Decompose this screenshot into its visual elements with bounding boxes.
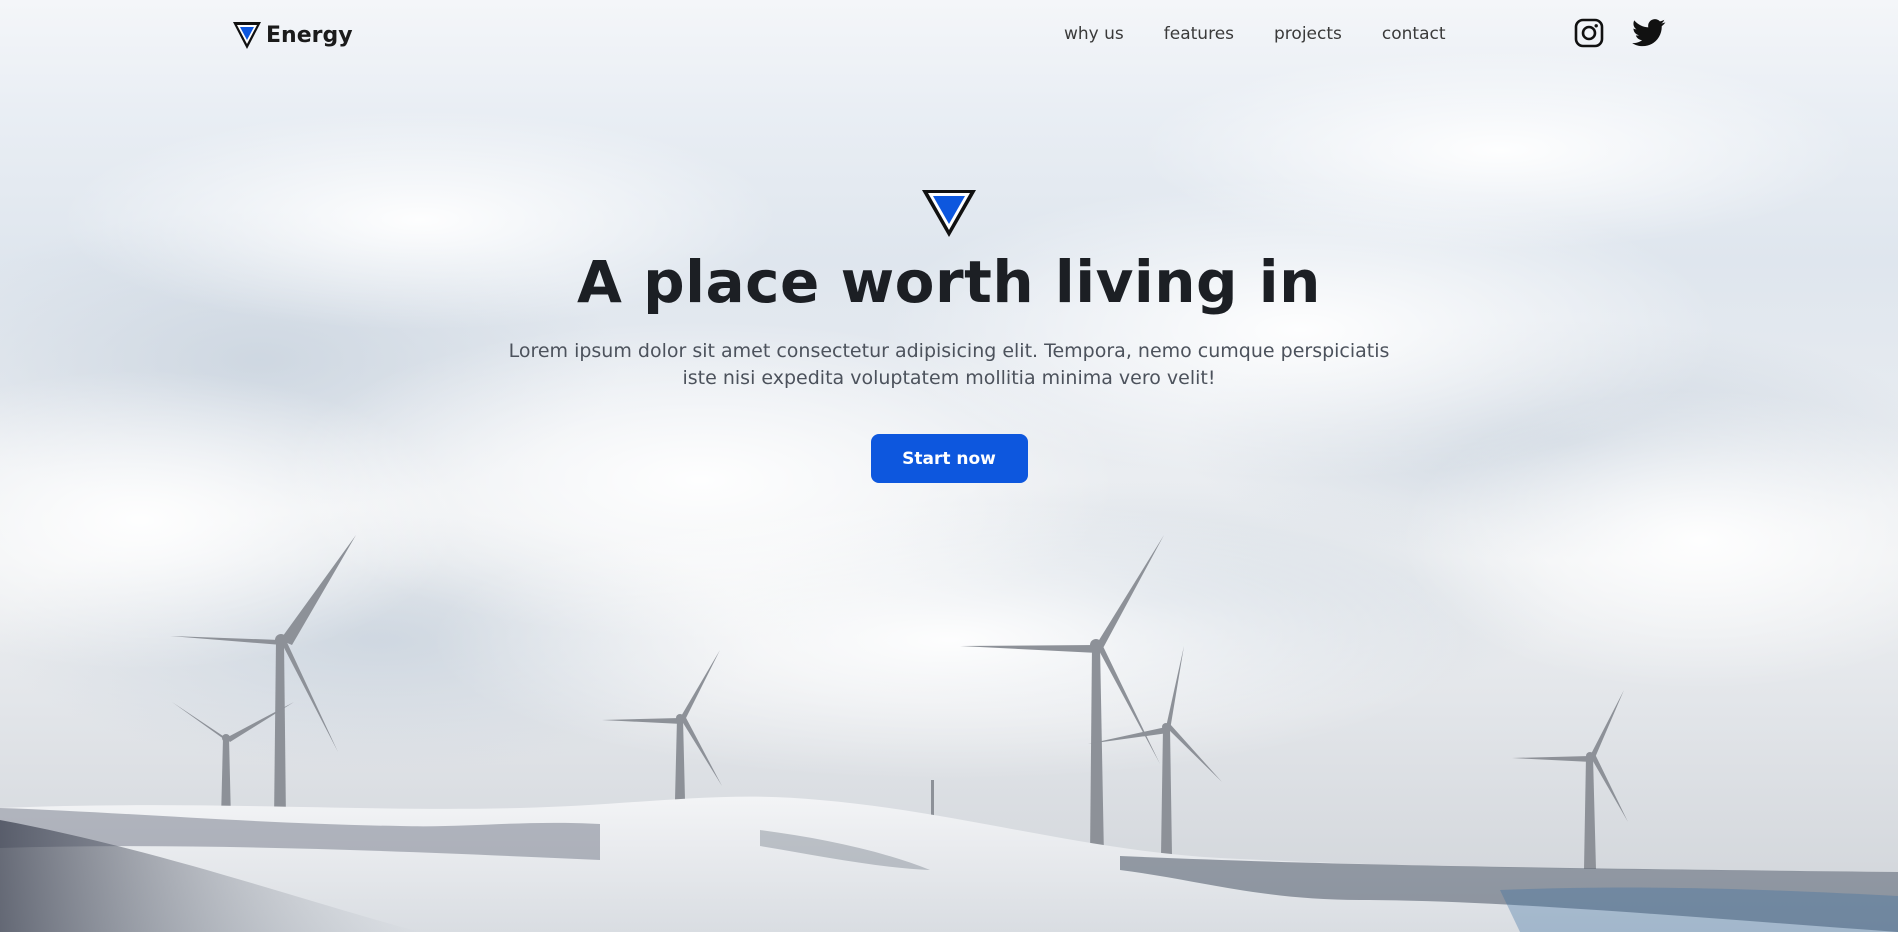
inverted-triangle-icon [233,22,261,49]
hero-title: A place worth living in [577,248,1321,316]
top-navbar: Energy why us features projects contact [0,0,1898,72]
twitter-link[interactable] [1632,19,1666,51]
nav-menu: why us features projects contact [1064,24,1446,44]
hero-subtitle: Lorem ipsum dolor sit amet consectetur a… [508,340,1390,389]
instagram-icon [1574,18,1604,48]
inverted-triangle-icon [922,190,976,237]
nav-item-features[interactable]: features [1164,24,1234,44]
hero-content: A place worth living in Lorem ipsum dolo… [0,188,1898,483]
nav-item-projects[interactable]: projects [1274,24,1342,44]
nav-item-why-us[interactable]: why us [1064,24,1124,44]
brand-name: Energy [266,22,353,48]
hero-section: Energy why us features projects contact [0,0,1898,932]
instagram-link[interactable] [1574,18,1604,52]
hero-logo [921,188,977,242]
social-links [1574,18,1666,52]
twitter-icon [1632,19,1666,47]
brand-logo-link[interactable]: Energy [232,20,353,50]
nav-item-contact[interactable]: contact [1382,24,1446,44]
start-now-button[interactable]: Start now [870,434,1028,483]
